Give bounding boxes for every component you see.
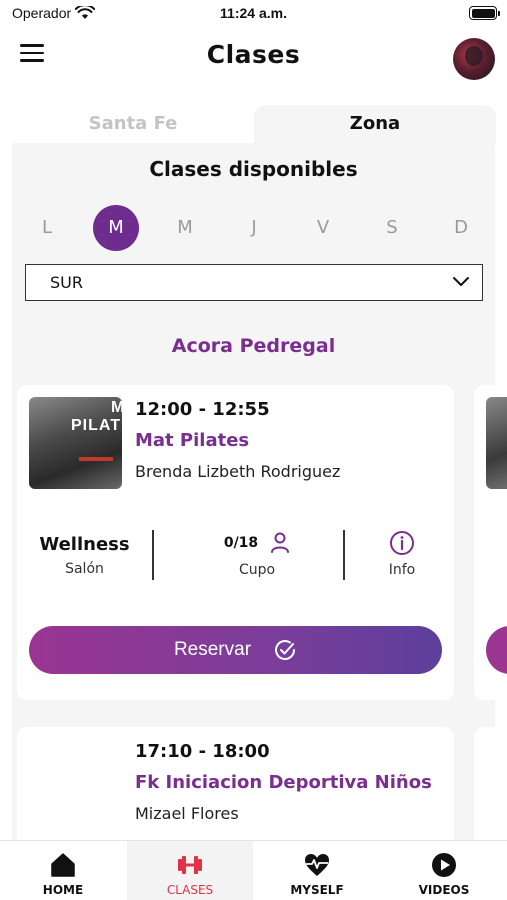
tab-videos[interactable]: VIDEOS	[381, 841, 507, 900]
day-selector: L M M J V S D	[24, 205, 484, 251]
tab-santa-fe[interactable]: Santa Fe	[12, 105, 254, 145]
salon-label: Salón	[65, 561, 104, 577]
class-card-peek[interactable]	[474, 727, 507, 847]
class-card[interactable]: M PILAT 12:00 - 12:55 Mat Pilates Brenda…	[17, 385, 454, 700]
classes-panel: Clases disponibles L M M J V S D SUR Aco…	[12, 143, 507, 847]
tab-clases[interactable]: CLASES	[127, 841, 253, 900]
class-image	[486, 397, 507, 489]
status-time: 11:24 a.m.	[220, 5, 287, 21]
tab-zona[interactable]: Zona	[254, 105, 496, 145]
salon-info: Wellness Salón	[27, 530, 142, 584]
avatar[interactable]	[453, 38, 495, 80]
tab-label: VIDEOS	[418, 883, 470, 897]
info-button[interactable]: Info	[362, 530, 442, 584]
tab-label: CLASES	[166, 883, 214, 897]
divider	[152, 530, 154, 580]
divider	[343, 530, 345, 580]
class-time: 12:00 - 12:55	[135, 399, 270, 420]
page-title: Clases	[206, 40, 301, 69]
day-sunday[interactable]: D	[438, 205, 484, 251]
reserve-button-label: Reservar	[173, 639, 252, 660]
battery-icon	[469, 6, 500, 20]
dumbbell-icon	[178, 856, 202, 874]
class-instructor: Brenda Lizbeth Rodriguez	[135, 462, 341, 481]
class-time: 17:10 - 18:00	[135, 741, 270, 762]
section-title: Clases disponibles	[149, 157, 358, 181]
chevron-down-icon	[453, 277, 469, 286]
tab-label: HOME	[42, 883, 84, 897]
class-instructor: Mizael Flores	[135, 804, 239, 823]
nav-bar: Clases	[0, 30, 507, 86]
zone-select-value: SUR	[50, 273, 83, 292]
class-image: M PILAT	[29, 397, 122, 489]
class-card[interactable]: 17:10 - 18:00 Fk Iniciacion Deportiva Ni…	[17, 727, 454, 847]
reserve-button[interactable]	[486, 626, 507, 674]
salon-value: Wellness	[39, 534, 130, 555]
check-circle-icon	[275, 640, 296, 660]
location-tabs: Santa Fe Zona	[12, 105, 496, 145]
reserve-button[interactable]: Reservar	[29, 626, 442, 674]
day-saturday[interactable]: S	[369, 205, 415, 251]
cupo-info: 0/18 Cupo	[167, 530, 347, 584]
cupo-value: 0/18	[223, 535, 259, 551]
info-icon[interactable]	[389, 530, 415, 556]
play-icon	[432, 853, 456, 877]
class-name: Mat Pilates	[135, 430, 250, 451]
day-friday[interactable]: V	[300, 205, 346, 251]
heart-pulse-icon	[305, 854, 329, 876]
tab-myself[interactable]: MYSELF	[254, 841, 380, 900]
class-card-peek[interactable]	[474, 385, 507, 700]
info-label: Info	[388, 562, 416, 578]
tab-label: MYSELF	[290, 883, 344, 897]
home-icon	[51, 853, 75, 877]
status-bar: Operador 11:24 a.m.	[0, 0, 507, 28]
day-tuesday[interactable]: M	[93, 205, 139, 251]
class-info-row: Wellness Salón 0/18 Cupo Info	[17, 530, 454, 584]
tab-home[interactable]: HOME	[0, 841, 126, 900]
bottom-tab-bar: HOME CLASES MYSELF VIDEOS	[0, 840, 507, 900]
cupo-label: Cupo	[238, 562, 276, 578]
day-monday[interactable]: L	[24, 205, 70, 251]
day-thursday[interactable]: J	[231, 205, 277, 251]
day-wednesday[interactable]: M	[162, 205, 208, 251]
class-name: Fk Iniciacion Deportiva Niños	[135, 772, 432, 793]
person-icon	[271, 532, 290, 553]
zone-select[interactable]: SUR	[25, 264, 483, 301]
venue-title: Acora Pedregal	[171, 335, 336, 357]
